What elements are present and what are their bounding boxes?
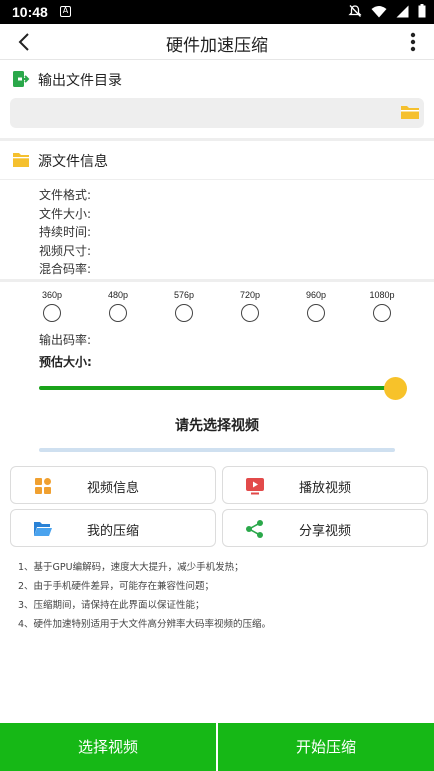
status-icons [348,4,426,18]
output-bitrate-label: 输出码率: [39,333,92,347]
start-compress-button[interactable]: 开始压缩 [218,723,434,771]
output-dir-field[interactable] [10,98,424,128]
radio-button[interactable] [43,304,61,322]
note-item: 1、基于GPU编解码，速度大大提升，减少手机发热； [18,562,244,573]
resolution-options: 360p 480p 576p 720p 960p 1080p [0,290,434,326]
export-icon [13,71,30,87]
resolution-option-480p[interactable]: 480p [88,290,148,322]
source-info-label: 源文件信息 [38,154,108,170]
folder-icon[interactable] [400,103,420,121]
bottom-action-bar: 选择视频 开始压缩 [0,723,434,771]
resolution-option-576p[interactable]: 576p [154,290,214,322]
folder-icon [13,153,29,167]
note-item: 4、硬件加速特别适用于大文件高分辨率大码率视频的压缩。 [18,619,272,630]
mute-icon [348,5,362,17]
battery-icon [418,4,426,18]
info-video-dimensions: 视频尺寸: [39,243,92,258]
radio-button[interactable] [109,304,127,322]
status-time: 10:48 [12,4,48,20]
resolution-option-960p[interactable]: 960p [286,290,346,322]
play-video-button[interactable]: 播放视频 [222,466,428,504]
resolution-option-720p[interactable]: 720p [220,290,280,322]
output-dir-label: 输出文件目录 [38,73,122,89]
section-divider [0,279,434,282]
resolution-option-360p[interactable]: 360p [22,290,82,322]
select-video-tip: 请先选择视频 [175,418,259,434]
source-info-header: 源文件信息 [0,142,434,178]
wifi-icon [371,5,387,17]
compress-progress-bar [39,448,395,452]
note-item: 3、压缩期间，请保持在此界面以保证性能； [18,600,205,611]
estimated-size-label: 预估大小: [39,355,92,369]
app-bar: 硬件加速压缩 [0,24,434,60]
info-mixed-bitrate: 混合码率: [39,262,92,276]
usage-notes: 1、基于GPU编解码，速度大大提升，减少手机发热； 2、由于手机硬件差异，可能存… [18,558,271,634]
radio-button[interactable] [175,304,193,322]
info-file-size: 文件大小: [39,206,92,221]
share-video-button[interactable]: 分享视频 [222,509,428,547]
my-compress-button[interactable]: 我的压缩 [10,509,216,547]
quality-slider-thumb[interactable] [384,377,407,400]
radio-button[interactable] [307,304,325,322]
my-compress-label: 我的压缩 [86,524,139,539]
video-info-label: 视频信息 [86,481,139,496]
thin-divider [0,179,434,180]
more-vertical-icon[interactable] [410,31,416,53]
output-dir-header: 输出文件目录 [0,61,434,97]
info-file-format: 文件格式: [39,188,92,202]
info-duration: 持续时间: [39,225,92,239]
notification-icon: A [60,6,71,17]
quality-slider-track[interactable] [39,386,397,390]
play-video-label: 播放视频 [298,481,351,496]
note-item: 2、由于手机硬件差异，可能存在兼容性问题； [18,581,215,592]
source-info-list: 文件格式: 文件大小: 持续时间: 视频尺寸: 混合码率: [39,186,91,279]
page-title: 硬件加速压缩 [166,36,268,56]
section-divider [0,138,434,141]
resolution-option-1080p[interactable]: 1080p [352,290,412,322]
radio-button[interactable] [241,304,259,322]
select-video-button[interactable]: 选择视频 [0,723,216,771]
share-video-label: 分享视频 [298,524,351,539]
signal-icon [396,5,409,17]
radio-button[interactable] [373,304,391,322]
status-bar: 10:48 A [0,0,434,24]
video-info-button[interactable]: 视频信息 [10,466,216,504]
